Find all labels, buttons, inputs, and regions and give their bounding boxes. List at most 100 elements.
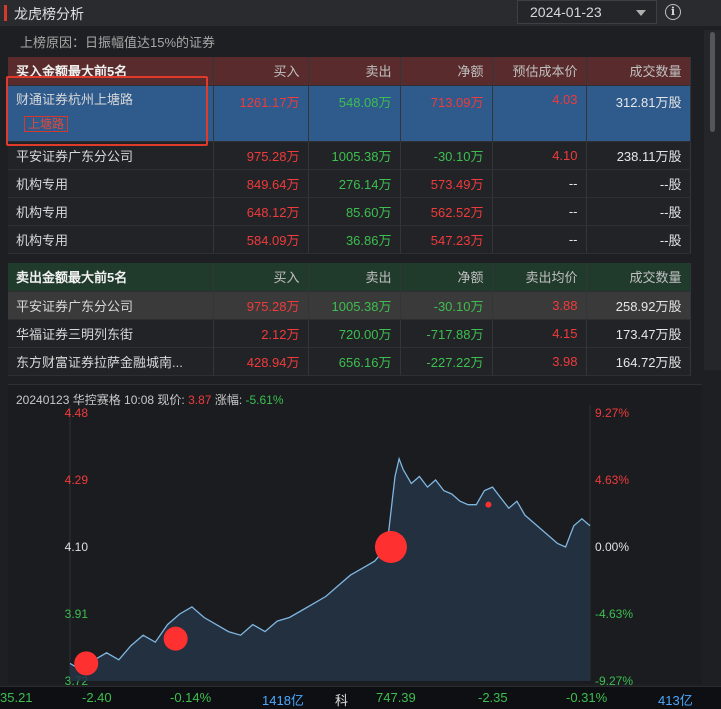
- ticker-market: 科: [335, 693, 349, 708]
- volume: 173.47万股: [586, 319, 691, 348]
- date-select[interactable]: 2024-01-23: [517, 0, 657, 24]
- market-ticker: 35.21 -2.40 -0.14% 1418亿 科 747.39 -2.35 …: [0, 686, 721, 709]
- ticker-turnover: 413亿: [658, 693, 693, 708]
- y-tick-label-pct: 0.00%: [595, 540, 629, 554]
- buy-amount: 975.28万: [213, 141, 309, 170]
- sell-amount: 85.60万: [308, 197, 401, 226]
- sell-col-sell[interactable]: 卖出: [308, 263, 401, 292]
- sell-amount: 1005.38万: [308, 291, 401, 320]
- sell-col-avg[interactable]: 卖出均价: [492, 263, 587, 292]
- seat-name: 平安证券广东分公司: [8, 291, 214, 320]
- y-tick-label-pct: 4.63%: [595, 473, 629, 487]
- y-tick-label: 4.29: [65, 473, 89, 487]
- intraday-chart[interactable]: 4.489.27%4.294.63%4.100.00%3.91-4.63%3.7…: [8, 384, 702, 685]
- cost-price: --: [492, 169, 587, 198]
- buy-col-buy[interactable]: 买入: [213, 57, 309, 86]
- title-bar: 龙虎榜分析 2024-01-23 i: [0, 0, 721, 26]
- sell-col-buy[interactable]: 买入: [213, 263, 309, 292]
- net-amount: 547.23万: [400, 225, 493, 254]
- sell-amount: 548.08万: [308, 85, 401, 142]
- cost-price: --: [492, 197, 587, 226]
- sell-table-header: 卖出金额最大前5名 买入 卖出 净额 卖出均价 成交数量: [8, 263, 691, 292]
- table-row[interactable]: 财通证券杭州上塘路 上塘路 1261.17万 548.08万 713.09万 4…: [8, 85, 691, 142]
- chevron-down-icon: [636, 10, 646, 16]
- seat-name: 平安证券广东分公司: [8, 141, 214, 170]
- buy-col-sell[interactable]: 卖出: [308, 57, 401, 86]
- sell-amount: 720.00万: [308, 319, 401, 348]
- buy-col-net[interactable]: 净额: [400, 57, 493, 86]
- sell-table: 卖出金额最大前5名 买入 卖出 净额 卖出均价 成交数量 平安证券广东分公司 9…: [8, 263, 691, 376]
- y-tick-label-pct: -4.63%: [595, 607, 633, 621]
- page-title: 龙虎榜分析: [14, 6, 84, 22]
- volume: 238.11万股: [586, 141, 691, 170]
- trade-marker: [485, 501, 492, 508]
- info-icon[interactable]: i: [665, 4, 681, 20]
- net-amount: -30.10万: [400, 141, 493, 170]
- scrollbar[interactable]: [704, 30, 721, 370]
- change-label: 涨幅:: [214, 393, 243, 407]
- table-row[interactable]: 机构专用 648.12万 85.60万 562.52万 -- --股: [8, 197, 691, 226]
- ticker-turnover: 1418亿: [262, 693, 304, 708]
- ticker-value: 747.39: [376, 690, 416, 705]
- avg-price: 3.98: [492, 347, 587, 376]
- seat-name: 机构专用: [8, 169, 214, 198]
- cost-price: 4.10: [492, 141, 587, 170]
- y-tick-label: 4.10: [65, 540, 89, 554]
- sell-amount: 1005.38万: [308, 141, 401, 170]
- seat-name: 东方财富证券拉萨金融城南...: [8, 347, 214, 376]
- y-tick-label-pct: -9.27%: [595, 674, 633, 685]
- sell-col-net[interactable]: 净额: [400, 263, 493, 292]
- buy-amount: 648.12万: [213, 197, 309, 226]
- change-value: -5.61%: [245, 393, 284, 407]
- ticker-value: 35.21: [0, 690, 33, 705]
- y-tick-label: 4.48: [65, 406, 89, 420]
- chart-info-prefix: 20240123 华控赛格 10:08 现价:: [16, 393, 185, 407]
- chart-canvas[interactable]: 4.489.27%4.294.63%4.100.00%3.91-4.63%3.7…: [8, 385, 702, 685]
- net-amount: -227.22万: [400, 347, 493, 376]
- ticker-change: -2.40: [82, 690, 112, 705]
- chart-info: 20240123 华控赛格 10:08 现价: 3.87 涨幅: -5.61%: [16, 391, 284, 408]
- ticker-pct: -0.14%: [170, 690, 212, 705]
- sell-amount: 276.14万: [308, 169, 401, 198]
- buy-table-header: 买入金额最大前5名 买入 卖出 净额 预估成本价 成交数量: [8, 57, 691, 86]
- net-amount: -30.10万: [400, 291, 493, 320]
- net-amount: 573.49万: [400, 169, 493, 198]
- volume: 258.92万股: [586, 291, 691, 320]
- net-amount: 562.52万: [400, 197, 493, 226]
- cost-price: --: [492, 225, 587, 254]
- table-row[interactable]: 华福证券三明列东街 2.12万 720.00万 -717.88万 4.15 17…: [8, 319, 691, 348]
- table-row[interactable]: 平安证券广东分公司 975.28万 1005.38万 -30.10万 4.10 …: [8, 141, 691, 170]
- seat-badge[interactable]: 上塘路: [24, 115, 69, 132]
- volume: --股: [586, 225, 691, 254]
- buy-amount: 849.64万: [213, 169, 309, 198]
- buy-col-volume[interactable]: 成交数量: [586, 57, 691, 86]
- ticker-pct: -0.31%: [566, 690, 608, 705]
- volume: --股: [586, 197, 691, 226]
- sell-col-volume[interactable]: 成交数量: [586, 263, 691, 292]
- seat-name: 华福证券三明列东街: [8, 319, 214, 348]
- seat-name: 机构专用: [8, 197, 214, 226]
- table-row[interactable]: 机构专用 849.64万 276.14万 573.49万 -- --股: [8, 169, 691, 198]
- y-tick-label: 3.91: [65, 607, 89, 621]
- price-area: [70, 458, 590, 681]
- y-tick-label-pct: 9.27%: [595, 406, 629, 420]
- sell-col-name: 卖出金额最大前5名: [8, 263, 214, 292]
- table-row[interactable]: 机构专用 584.09万 36.86万 547.23万 -- --股: [8, 225, 691, 254]
- cost-price: 4.03: [492, 85, 587, 142]
- buy-col-cost[interactable]: 预估成本价: [492, 57, 587, 86]
- table-row[interactable]: 东方财富证券拉萨金融城南... 428.94万 656.16万 -227.22万…: [8, 347, 691, 376]
- buy-table: 买入金额最大前5名 买入 卖出 净额 预估成本价 成交数量 财通证券杭州上塘路 …: [8, 57, 691, 254]
- scrollbar-thumb[interactable]: [710, 32, 715, 132]
- seat-name: 机构专用: [8, 225, 214, 254]
- net-amount: 713.09万: [400, 85, 493, 142]
- table-row[interactable]: 平安证券广东分公司 975.28万 1005.38万 -30.10万 3.88 …: [8, 291, 691, 320]
- volume: --股: [586, 169, 691, 198]
- title-accent: [4, 5, 7, 21]
- volume: 312.81万股: [586, 85, 691, 142]
- listing-reason: 上榜原因：日振幅值达15%的证券: [20, 35, 216, 50]
- buy-amount: 1261.17万: [213, 85, 309, 142]
- trade-marker: [163, 626, 188, 651]
- date-value: 2024-01-23: [530, 4, 602, 20]
- trade-marker: [374, 531, 407, 563]
- sell-amount: 656.16万: [308, 347, 401, 376]
